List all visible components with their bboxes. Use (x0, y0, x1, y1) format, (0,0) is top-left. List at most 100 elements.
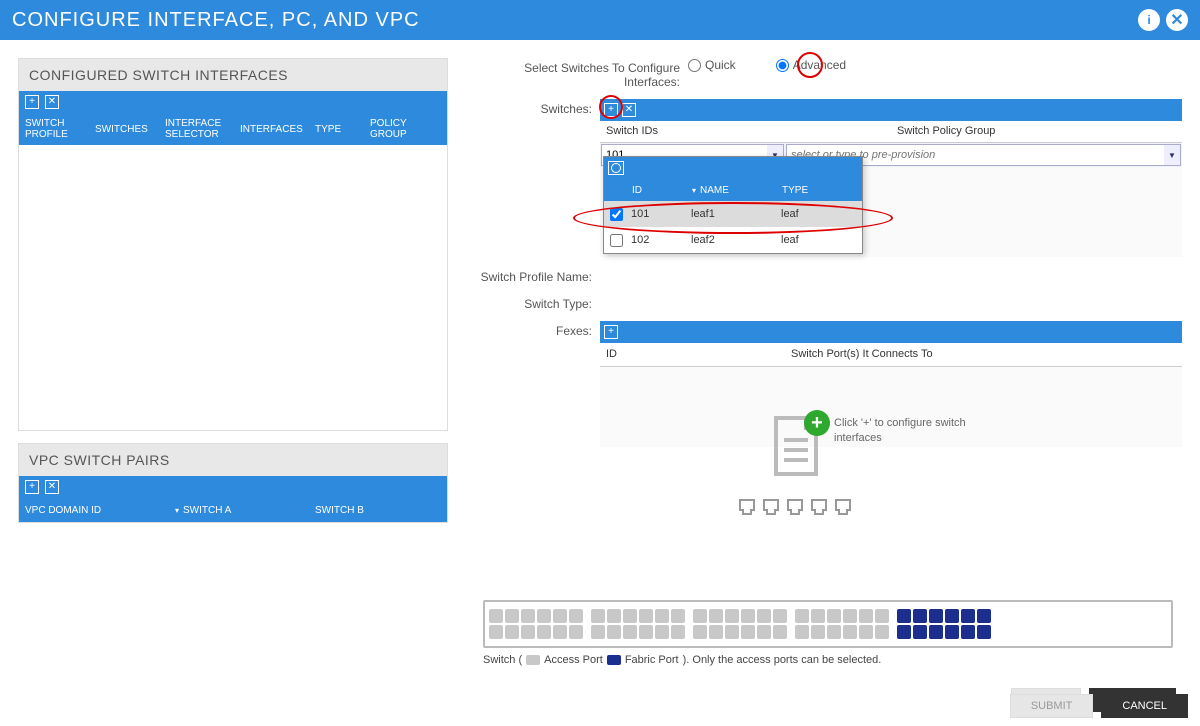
access-port[interactable] (553, 625, 567, 639)
delete-icon[interactable]: ✕ (45, 480, 59, 494)
col-switch-profile[interactable]: SWITCH PROFILE (19, 114, 89, 144)
access-port[interactable] (725, 625, 739, 639)
access-port[interactable] (591, 609, 605, 623)
access-port[interactable] (795, 609, 809, 623)
access-port[interactable] (553, 609, 567, 623)
close-icon[interactable]: ✕ (1166, 9, 1188, 31)
access-port[interactable] (773, 609, 787, 623)
access-port[interactable] (693, 625, 707, 639)
fabric-port (929, 625, 943, 639)
radio-quick[interactable]: Quick (688, 58, 736, 72)
access-port[interactable] (537, 609, 551, 623)
row-checkbox[interactable] (610, 234, 623, 247)
access-port[interactable] (489, 625, 503, 639)
access-port[interactable] (505, 625, 519, 639)
add-icon[interactable]: + (25, 95, 39, 109)
radio-quick-input[interactable] (688, 59, 701, 72)
switch-type-label: Switch Type: (478, 294, 600, 311)
access-port[interactable] (489, 609, 503, 623)
access-port[interactable] (827, 609, 841, 623)
fabric-port (961, 625, 975, 639)
delete-icon[interactable]: ✕ (45, 95, 59, 109)
access-port[interactable] (725, 609, 739, 623)
access-port[interactable] (773, 625, 787, 639)
access-port[interactable] (875, 609, 889, 623)
access-port[interactable] (607, 609, 621, 623)
access-port[interactable] (859, 609, 873, 623)
window-title: CONFIGURE INTERFACE, PC, AND VPC (12, 9, 420, 32)
access-port[interactable] (521, 609, 535, 623)
access-port[interactable] (811, 625, 825, 639)
refresh-icon[interactable] (608, 161, 624, 175)
add-icon[interactable]: + (25, 480, 39, 494)
dropdown-icon[interactable]: ▼ (1164, 145, 1180, 165)
col-fex-ports[interactable]: Switch Port(s) It Connects To (785, 343, 1182, 366)
cancel-button[interactable]: CANCEL (1101, 694, 1188, 718)
access-port[interactable] (623, 625, 637, 639)
access-port[interactable] (859, 625, 873, 639)
port-bank (897, 609, 991, 639)
vpc-table-header: VPC DOMAIN ID ▾SWITCH A SWITCH B (19, 498, 447, 522)
access-port[interactable] (709, 609, 723, 623)
info-icon[interactable]: i (1138, 9, 1160, 31)
add-interface-button[interactable]: + (804, 410, 830, 436)
col-switch-a[interactable]: ▾SWITCH A (169, 501, 309, 520)
access-port[interactable] (591, 625, 605, 639)
fexes-label: Fexes: (478, 321, 600, 338)
add-switch-icon[interactable]: + (604, 103, 618, 117)
dropdown-row[interactable]: 101 leaf1 leaf (604, 201, 862, 227)
access-port[interactable] (875, 625, 889, 639)
sort-desc-icon: ▾ (175, 506, 179, 515)
col-type[interactable]: TYPE (309, 120, 364, 139)
col-fex-id[interactable]: ID (600, 343, 785, 366)
col-interfaces[interactable]: INTERFACES (234, 120, 309, 139)
access-port[interactable] (639, 609, 653, 623)
dropdown-header: ID ▾NAME TYPE (604, 179, 862, 201)
switch-dropdown: ID ▾NAME TYPE 101 leaf1 leaf 102 leaf2 l… (603, 156, 863, 254)
fabric-port (961, 609, 975, 623)
fabric-port (913, 625, 927, 639)
access-port[interactable] (757, 625, 771, 639)
access-port[interactable] (607, 625, 621, 639)
radio-advanced-input[interactable] (776, 59, 789, 72)
access-port[interactable] (741, 625, 755, 639)
col-switch-ids[interactable]: Switch IDs (600, 121, 891, 142)
dd-col-id[interactable]: ID (632, 185, 692, 196)
col-vpc-domain[interactable]: VPC DOMAIN ID (19, 501, 169, 520)
col-if-selector[interactable]: INTERFACE SELECTOR (159, 114, 234, 144)
row-checkbox[interactable] (610, 208, 623, 221)
access-port[interactable] (811, 609, 825, 623)
access-port[interactable] (655, 625, 669, 639)
access-port[interactable] (693, 609, 707, 623)
access-port[interactable] (505, 609, 519, 623)
access-port[interactable] (741, 609, 755, 623)
dd-col-type[interactable]: TYPE (782, 185, 862, 196)
access-port[interactable] (795, 625, 809, 639)
access-port[interactable] (569, 609, 583, 623)
col-switches[interactable]: SWITCHES (89, 120, 159, 139)
access-port[interactable] (757, 609, 771, 623)
add-fex-icon[interactable]: + (604, 325, 618, 339)
access-port[interactable] (843, 609, 857, 623)
access-port[interactable] (671, 625, 685, 639)
access-port[interactable] (537, 625, 551, 639)
access-port[interactable] (827, 625, 841, 639)
access-port[interactable] (569, 625, 583, 639)
port-mini-icon (786, 498, 804, 518)
access-port[interactable] (639, 625, 653, 639)
access-port[interactable] (623, 609, 637, 623)
access-port[interactable] (709, 625, 723, 639)
dropdown-toolbar (604, 157, 862, 179)
submit-button[interactable]: SUBMIT (1010, 694, 1094, 718)
col-switch-b[interactable]: SWITCH B (309, 501, 447, 520)
access-port[interactable] (655, 609, 669, 623)
dd-col-name[interactable]: ▾NAME (692, 185, 782, 196)
access-port[interactable] (521, 625, 535, 639)
dropdown-row[interactable]: 102 leaf2 leaf (604, 227, 862, 253)
col-switch-policy[interactable]: Switch Policy Group (891, 121, 1182, 142)
delete-switch-icon[interactable]: ✕ (622, 103, 636, 117)
access-port[interactable] (843, 625, 857, 639)
col-policy-group[interactable]: POLICY GROUP (364, 114, 447, 144)
access-port[interactable] (671, 609, 685, 623)
radio-advanced[interactable]: Advanced (776, 58, 846, 72)
